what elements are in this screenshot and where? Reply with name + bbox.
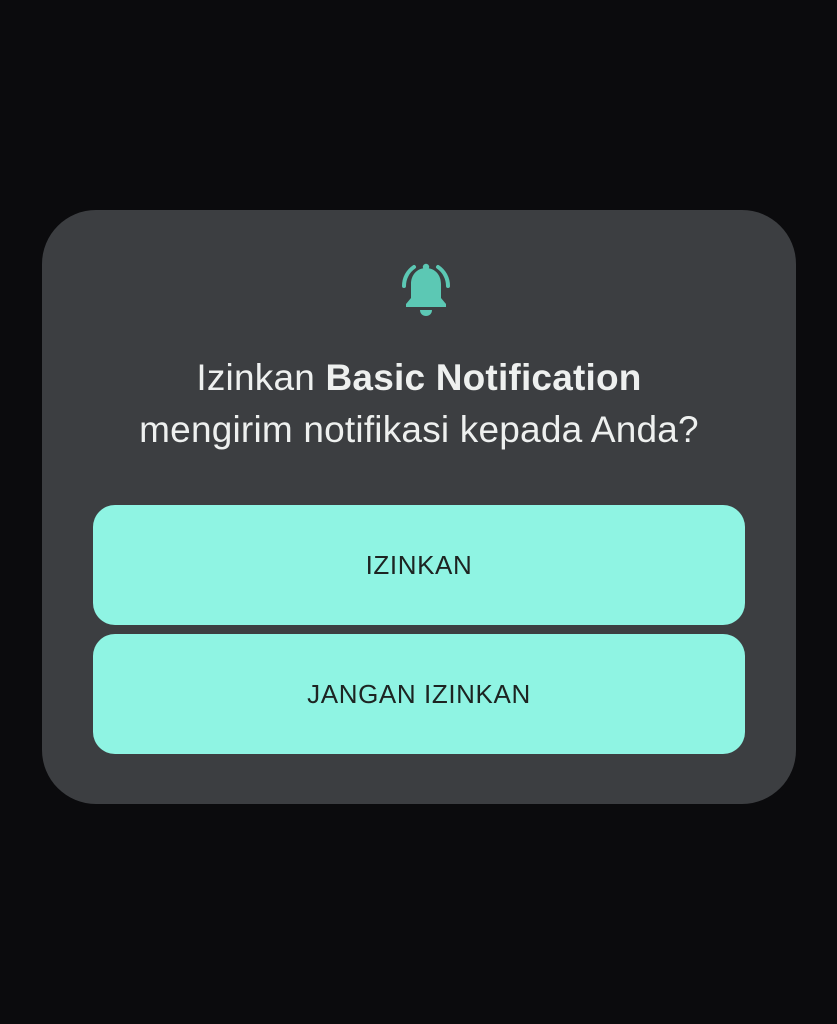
dialog-title: Izinkan Basic Notification mengirim noti… — [62, 352, 776, 456]
title-suffix: mengirim notifikasi kepada Anda? — [139, 409, 699, 450]
notification-permission-dialog: Izinkan Basic Notification mengirim noti… — [42, 210, 796, 804]
deny-button[interactable]: JANGAN IZINKAN — [93, 634, 745, 754]
bell-ringing-icon — [389, 254, 463, 328]
deny-button-label: JANGAN IZINKAN — [307, 678, 531, 709]
title-prefix: Izinkan — [196, 357, 326, 398]
allow-button-label: IZINKAN — [365, 549, 473, 580]
app-name: Basic Notification — [325, 357, 642, 398]
allow-button[interactable]: IZINKAN — [93, 505, 745, 625]
